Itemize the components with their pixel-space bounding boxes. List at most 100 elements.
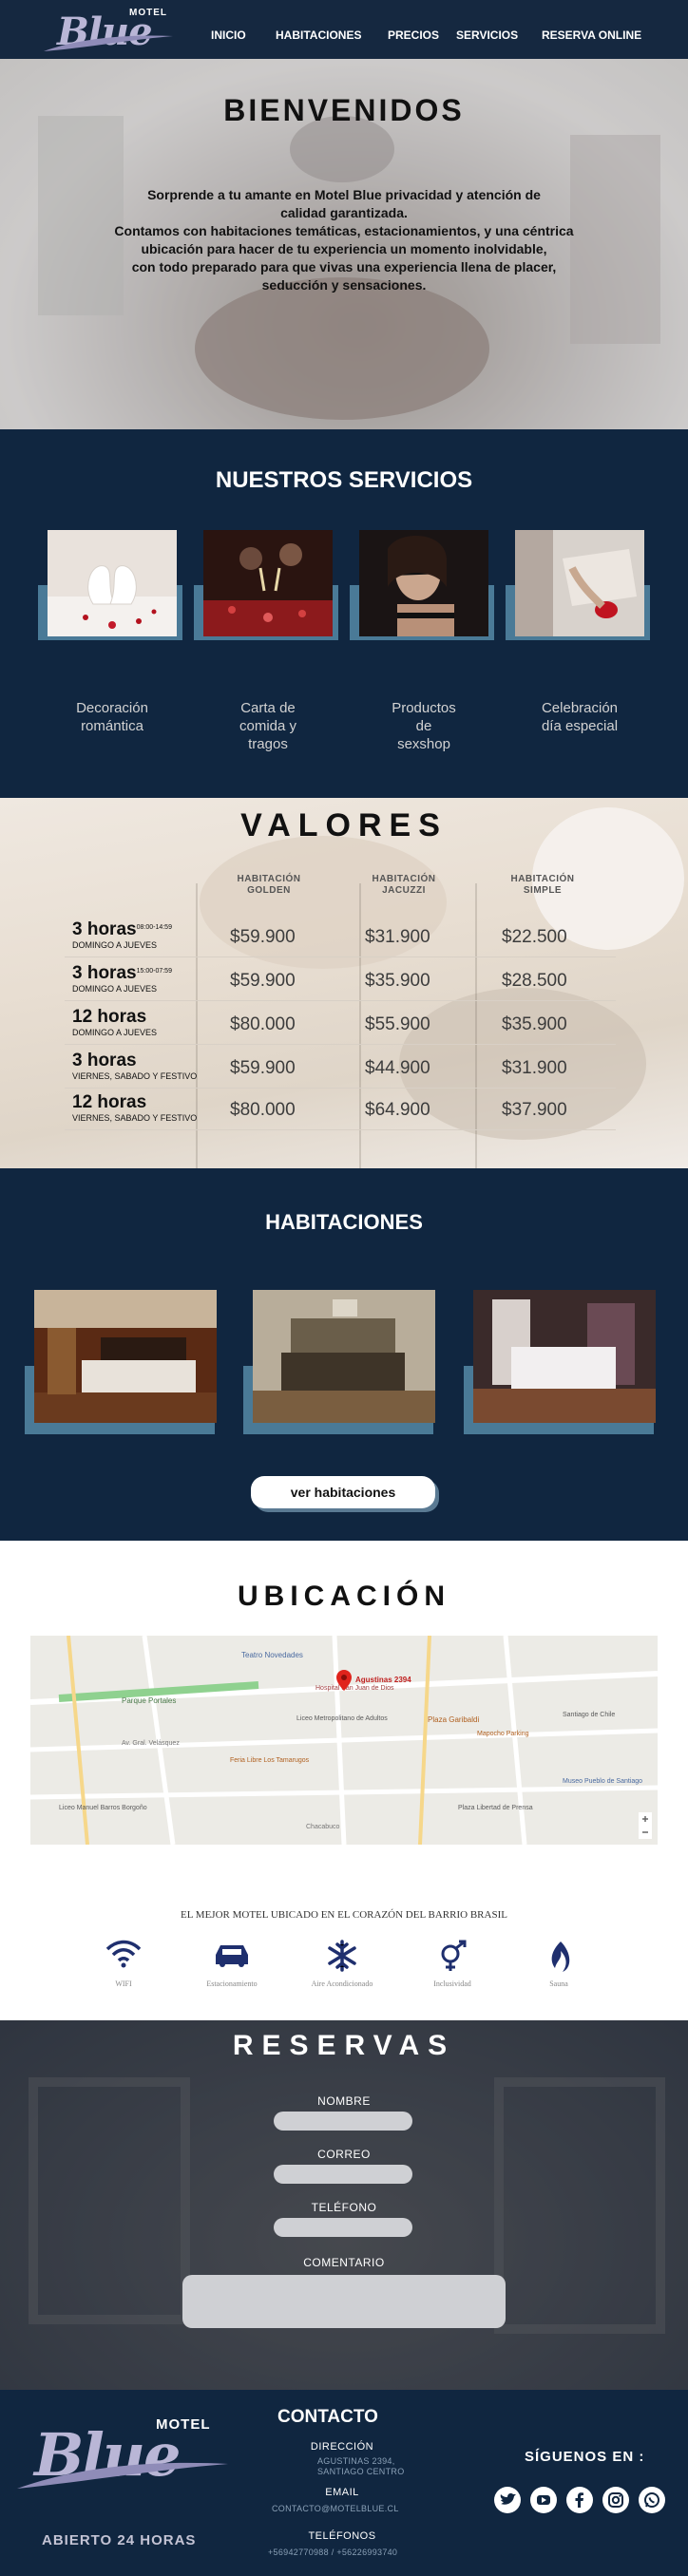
map-place-label: Liceo Metropolitano de Adultos <box>296 1715 388 1722</box>
footer-logo-motel-text: MOTEL <box>156 2416 211 2433</box>
swans-towel-photo <box>48 530 177 636</box>
map-pin-icon[interactable] <box>336 1670 352 1691</box>
feature-label: Aire Acondicionado <box>311 1979 373 1988</box>
price-jacuzzi: $35.900 <box>365 971 430 991</box>
price-row-hours: 3 horas15:00-07:59 <box>72 963 172 984</box>
car-icon <box>216 1945 248 1967</box>
gender-icon <box>441 1940 467 1971</box>
map-street-label: Av. Gral. Velásquez <box>122 1740 180 1747</box>
column-header-golden: HABITACIÓN GOLDEN <box>217 874 321 897</box>
nav-precios[interactable]: PRECIOS <box>388 28 439 42</box>
prices-section: VALORES HABITACIÓN GOLDEN HABITACIÓN JAC… <box>0 798 688 1168</box>
price-row: 12 horas DOMINGO A JUEVES $80.000 $55.90… <box>65 1003 616 1045</box>
email-label: CORREO <box>317 2148 371 2161</box>
footer-logo[interactable]: Blue MOTEL <box>13 2403 232 2508</box>
facebook-icon[interactable] <box>566 2487 593 2513</box>
service-label-line: romántica <box>81 718 143 734</box>
map-place-label: Hospital San Juan de Dios <box>315 1685 394 1692</box>
column-header-line: HABITACIÓN <box>237 874 301 884</box>
map-place-label: Plaza Garibaldi <box>428 1715 480 1724</box>
feature-parking: Estacionamiento <box>175 1940 289 1988</box>
features-title: EL MEJOR MOTEL UBICADO EN EL CORAZÓN DEL… <box>181 1909 507 1921</box>
price-row: 3 horas VIERNES, SABADO Y FESTIVO $59.90… <box>65 1047 616 1089</box>
service-label: Celebración día especial <box>506 699 654 735</box>
price-golden: $59.900 <box>230 927 296 947</box>
service-label-line: Celebración <box>541 700 619 716</box>
price-simple: $22.500 <box>502 927 567 947</box>
instagram-icon[interactable] <box>602 2487 629 2513</box>
hours-text: 3 horas <box>72 1051 137 1070</box>
twitter-icon[interactable] <box>494 2487 521 2513</box>
map-pin-label: Agustinas 2394 <box>355 1676 411 1684</box>
map-embed[interactable]: Teatro Novedades Parque Portales Hospita… <box>30 1636 658 1845</box>
hero-line: seducción y sensaciones. <box>261 277 427 293</box>
hero-line: calidad garantizada. <box>280 205 408 220</box>
address-line: AGUSTINAS 2394, <box>317 2456 395 2466</box>
email-field[interactable] <box>274 2165 412 2184</box>
map-place-label: Feria Libre Los Tamarugos <box>230 1757 310 1764</box>
hero-title: BIENVENIDOS <box>223 93 465 127</box>
price-simple: $28.500 <box>502 971 567 991</box>
comment-field[interactable] <box>182 2275 506 2328</box>
price-golden: $59.900 <box>230 1058 296 1078</box>
map-place-label: Plaza Libertad de Prensa <box>458 1805 533 1811</box>
price-row-days: DOMINGO A JUEVES <box>72 984 158 994</box>
price-jacuzzi: $64.900 <box>365 1100 430 1120</box>
open-hours: ABIERTO 24 HORAS <box>42 2532 197 2548</box>
feature-inclusive: Inclusividad <box>395 1940 509 1988</box>
rooms-title: HABITACIONES <box>265 1210 423 1234</box>
feature-sauna: Sauna <box>502 1940 616 1988</box>
service-label-line: comida y <box>239 718 297 734</box>
price-jacuzzi: $55.900 <box>365 1014 430 1034</box>
zoom-controls-icon[interactable] <box>639 1812 652 1839</box>
hero-section: BIENVENIDOS Sorprende a tu amante en Mot… <box>0 59 688 429</box>
price-jacuzzi: $44.900 <box>365 1058 430 1078</box>
price-row-days: VIERNES, SABADO Y FESTIVO <box>72 1113 198 1123</box>
feature-label: WIFI <box>115 1979 132 1988</box>
phones-label: TELÉFONOS <box>308 2530 376 2542</box>
column-header-line: SIMPLE <box>523 885 563 896</box>
room-card[interactable] <box>464 1290 659 1434</box>
room-card[interactable] <box>243 1290 439 1434</box>
phone-field[interactable] <box>274 2218 412 2237</box>
room-photo-3 <box>473 1290 656 1423</box>
room-photo-2 <box>253 1290 435 1423</box>
price-row-hours: 12 horas <box>72 1092 146 1113</box>
price-row: 3 horas08:00-14:59 DOMINGO A JUEVES $59.… <box>65 916 616 957</box>
hero-line: ubicación para hacer de tu experiencia u… <box>141 241 547 256</box>
logo-swoosh-icon <box>44 35 173 51</box>
contact-phones: +56942770988 / +56226993740 <box>268 2548 398 2557</box>
column-header-line: HABITACIÓN <box>372 874 436 884</box>
price-row-hours: 3 horas08:00-14:59 <box>72 919 172 940</box>
price-row-days: VIERNES, SABADO Y FESTIVO <box>72 1071 198 1081</box>
contact-email[interactable]: CONTACTO@MOTELBLUE.CL <box>272 2504 399 2513</box>
map-place-label: Teatro Novedades <box>241 1651 303 1659</box>
site-footer: Blue MOTEL ABIERTO 24 HORAS CONTACTO DIR… <box>0 2390 688 2576</box>
room-card[interactable] <box>25 1290 220 1434</box>
nav-servicios[interactable]: SERVICIOS <box>456 28 518 42</box>
name-field[interactable] <box>274 2112 412 2131</box>
contact-title: CONTACTO <box>277 2407 378 2427</box>
champagne-toast-photo <box>203 530 333 636</box>
nav-habitaciones[interactable]: HABITACIONES <box>276 28 361 42</box>
phone-label: TELÉFONO <box>311 2201 377 2214</box>
price-simple: $31.900 <box>502 1058 567 1078</box>
logo[interactable]: Blue MOTEL <box>42 4 175 55</box>
feature-wifi: WIFI <box>67 1940 181 1988</box>
whatsapp-icon[interactable] <box>639 2487 665 2513</box>
nav-reserva-online[interactable]: RESERVA ONLINE <box>542 28 641 42</box>
feature-ac: Aire Acondicionado <box>285 1940 399 1988</box>
map-place-label: Liceo Manuel Barros Borgoño <box>59 1805 147 1811</box>
hero-line: Sorprende a tu amante en Motel Blue priv… <box>147 187 541 202</box>
service-label: Productos de sexshop <box>350 699 498 753</box>
price-row-days: DOMINGO A JUEVES <box>72 1028 158 1037</box>
time-range: 15:00-07:59 <box>136 968 172 975</box>
nav-inicio[interactable]: INICIO <box>211 28 246 42</box>
logo-motel-text: MOTEL <box>129 8 167 18</box>
view-rooms-button[interactable]: ver habitaciones <box>251 1476 435 1508</box>
youtube-icon[interactable] <box>530 2487 557 2513</box>
services-title: NUESTROS SERVICIOS <box>215 467 473 493</box>
service-label-line: Decoración <box>76 700 148 716</box>
comment-label: COMENTARIO <box>303 2256 385 2269</box>
map-street-label: Chacabuco <box>306 1824 340 1830</box>
